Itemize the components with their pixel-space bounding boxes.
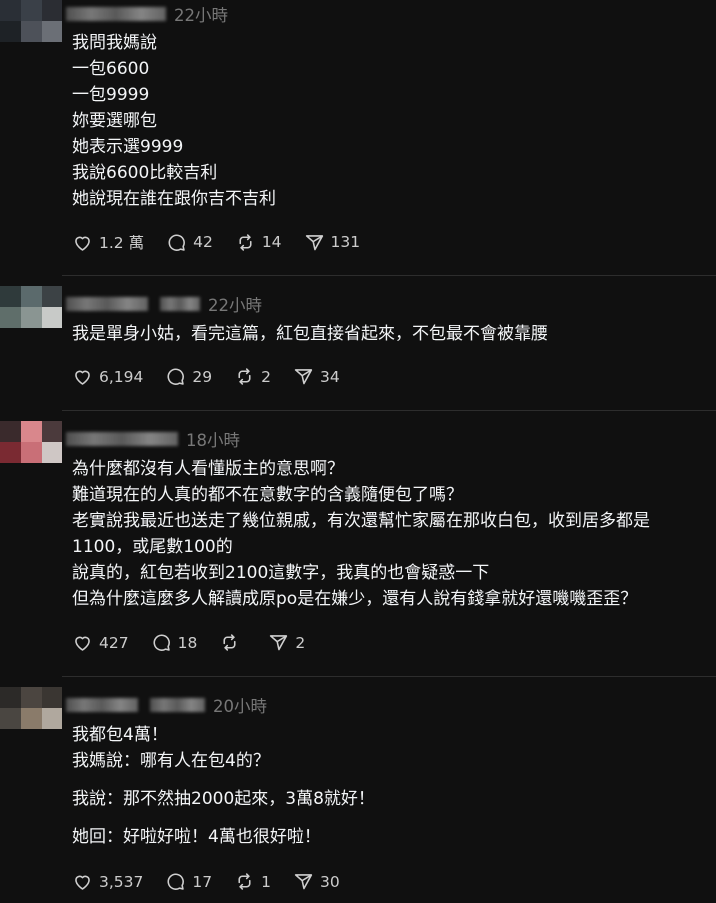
text-line: 說真的，紅包若收到2100這數字，我真的也會疑惑一下 — [72, 563, 490, 583]
like-count: 1.2 萬 — [99, 234, 145, 252]
text-line: 難道現在的人真的都不在意數字的含義隨便包了嗎？ — [72, 485, 463, 505]
like-count: 6,194 — [99, 367, 144, 386]
text-line: 我是單身小姑，看完這篇，紅包直接省起來，不包最不會被靠腰 — [72, 324, 548, 344]
text-line: 老實說我最近也送走了幾位親戚，有次還幫忙家屬在那收白包，收到居多都是1100，或… — [72, 511, 650, 557]
like-button[interactable]: 6,194 — [72, 366, 143, 387]
text-line: 我都包4萬！ — [72, 725, 168, 745]
send-icon — [294, 874, 313, 890]
repost-icon — [238, 873, 251, 890]
repost-button[interactable]: 14 — [235, 232, 282, 253]
text-line: 我說：那不然抽2000起來，3萬8就好！ — [72, 789, 375, 809]
share-button[interactable]: 34 — [293, 366, 340, 387]
text-line: 她說現在誰在跟你吉不吉利 — [72, 189, 276, 209]
share-button[interactable]: 2 — [268, 632, 305, 653]
heart-icon — [75, 236, 90, 251]
like-button[interactable]: 3,537 — [72, 871, 143, 892]
text-line: 妳要選哪包 — [72, 111, 157, 131]
repost-icon — [239, 233, 252, 251]
send-icon — [270, 635, 288, 651]
like-count: 427 — [99, 633, 129, 652]
send-icon — [294, 369, 313, 385]
share-count: 30 — [319, 872, 340, 891]
post-header: 22小時 — [66, 2, 228, 26]
text-line: 一包6600 — [72, 59, 150, 79]
comment-button[interactable]: 29 — [165, 366, 212, 387]
timestamp: 22小時 — [174, 6, 228, 25]
comment-icon — [167, 368, 185, 385]
comment-button[interactable]: 18 — [151, 632, 198, 653]
like-button[interactable]: 427 — [72, 632, 129, 653]
share-count: 34 — [319, 367, 340, 386]
heart-icon — [75, 370, 90, 385]
share-count: 2 — [295, 633, 306, 652]
repost-icon — [223, 634, 236, 651]
heart-icon — [75, 636, 90, 651]
post-2: 22小時 我是單身小姑，看完這篇，紅包直接省起來，不包最不會被靠腰 6,194 … — [0, 276, 716, 410]
comment-count: 17 — [192, 872, 213, 891]
like-count: 3,537 — [99, 872, 144, 891]
action-bar: 427 18 2 — [72, 632, 327, 653]
text-line: 我說6600比較吉利 — [72, 163, 218, 183]
text-line: 她表示選9999 — [72, 137, 184, 157]
repost-button[interactable]: 2 — [234, 366, 271, 387]
repost-icon — [238, 368, 251, 385]
text-line: 為什麼都沒有人看懂版主的意思啊？ — [72, 459, 344, 479]
action-bar: 1.2 萬 42 14 131 — [72, 231, 382, 253]
post-text: 我都包4萬！ 我媽說：哪有人在包4的？ 我說：那不然抽2000起來，3萬8就好！… — [72, 722, 708, 850]
repost-button[interactable]: 1 — [234, 871, 271, 892]
share-button[interactable]: 131 — [304, 232, 361, 253]
like-button[interactable]: 1.2 萬 — [72, 231, 144, 253]
comment-count: 18 — [177, 633, 198, 652]
username-blurred[interactable] — [66, 7, 166, 21]
repost-count: 2 — [261, 367, 271, 386]
avatar[interactable] — [0, 687, 62, 743]
comment-button[interactable]: 42 — [166, 232, 213, 253]
post-header: 22小時 — [66, 292, 262, 316]
comment-icon — [168, 233, 185, 251]
text-line: 但為什麼這麼多人解讀成原po是在嫌少，還有人說有錢拿就好還嘰嘰歪歪？ — [72, 589, 638, 609]
post-text: 我問我媽說 一包6600 一包9999 妳要選哪包 她表示選9999 我說660… — [72, 30, 708, 212]
comment-icon — [153, 634, 170, 651]
post-text: 為什麼都沒有人看懂版主的意思啊？ 難道現在的人真的都不在意數字的含義隨便包了嗎？… — [72, 456, 708, 612]
share-count: 131 — [330, 233, 361, 251]
action-bar: 3,537 17 1 30 — [72, 871, 362, 892]
heart-icon — [75, 875, 90, 890]
avatar[interactable] — [0, 421, 62, 477]
comment-count: 29 — [192, 367, 213, 386]
send-icon — [305, 234, 323, 250]
username-blurred[interactable] — [66, 297, 148, 311]
repost-count: 1 — [261, 872, 271, 891]
timestamp: 20小時 — [213, 697, 267, 716]
post-header: 20小時 — [66, 693, 267, 717]
repost-button[interactable] — [219, 632, 246, 653]
post-3: 18小時 為什麼都沒有人看懂版主的意思啊？ 難道現在的人真的都不在意數字的含義隨… — [0, 411, 716, 676]
username-blurred[interactable] — [66, 698, 138, 712]
post-header: 18小時 — [66, 427, 240, 451]
timestamp: 18小時 — [186, 431, 240, 450]
comment-icon — [167, 873, 185, 890]
post-4: 20小時 我都包4萬！ 我媽說：哪有人在包4的？ 我說：那不然抽2000起來，3… — [0, 677, 716, 903]
text-line: 一包9999 — [72, 85, 150, 105]
text-line: 我媽說：哪有人在包4的？ — [72, 751, 270, 771]
avatar[interactable] — [0, 286, 62, 342]
share-button[interactable]: 30 — [293, 871, 340, 892]
username-blurred[interactable] — [66, 432, 178, 446]
post-text: 我是單身小姑，看完這篇，紅包直接省起來，不包最不會被靠腰 — [72, 321, 708, 347]
post-1: 22小時 我問我媽說 一包6600 一包9999 妳要選哪包 她表示選9999 … — [0, 0, 716, 275]
comment-button[interactable]: 17 — [165, 871, 212, 892]
text-line: 她回：好啦好啦！4萬也很好啦！ — [72, 827, 321, 847]
timestamp: 22小時 — [208, 296, 262, 315]
action-bar: 6,194 29 2 34 — [72, 366, 362, 387]
avatar[interactable] — [0, 0, 62, 56]
comment-count: 42 — [193, 233, 213, 251]
repost-count: 14 — [261, 233, 282, 251]
text-line: 我問我媽說 — [72, 33, 157, 53]
